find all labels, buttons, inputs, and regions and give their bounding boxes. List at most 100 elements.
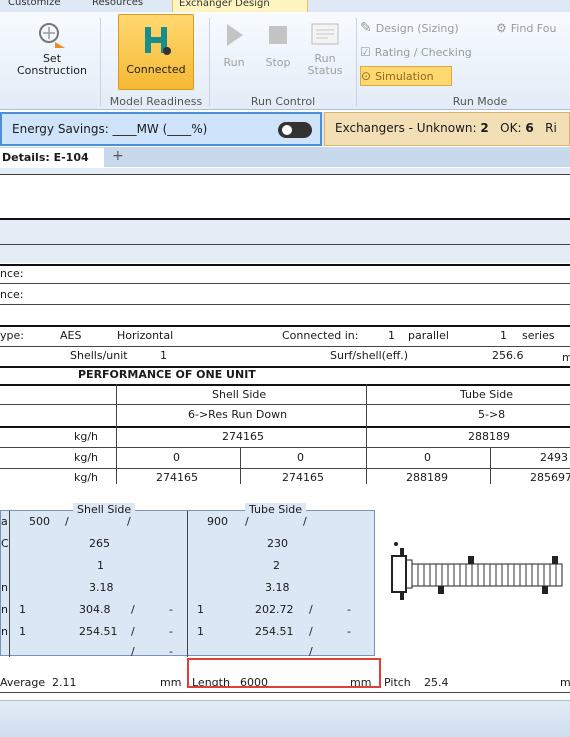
set-construction-button[interactable]: Set Construction — [10, 14, 94, 77]
shell-conn-count: 1 — [19, 603, 26, 616]
average-unit: mm — [160, 676, 182, 689]
exchanger-drawing — [391, 542, 563, 600]
tab-details-label: Details: E-104 — [2, 151, 89, 164]
nce-label-2: nce: — [0, 288, 24, 301]
tube-misc-sep: / — [309, 645, 313, 658]
row-unit: n — [1, 603, 8, 616]
spec-sheet: nce: nce: ype: AES Horizontal Connected … — [0, 168, 570, 484]
ribbon-tab-strip: Customize Resources Exchanger Design — [0, 0, 570, 12]
tube-temperature: 230 — [267, 537, 288, 550]
rule — [0, 325, 570, 327]
model-readiness-label: Model Readiness — [109, 95, 203, 108]
band — [0, 245, 570, 263]
run-status-icon — [311, 23, 339, 45]
exchangers-unknown-label: Exchangers - Unknown: — [335, 121, 477, 135]
shell-sep-2: / — [127, 515, 131, 528]
run-control-label: Run Control — [250, 95, 316, 108]
unit-kgh-3: kg/h — [74, 471, 99, 484]
rule — [0, 426, 570, 428]
shell-vapor-in: 0 — [173, 451, 180, 464]
shells-unit-label: Shells/unit — [70, 349, 128, 362]
tube-total-flow: 288189 — [468, 430, 510, 443]
run-status-button[interactable]: Run Status — [302, 14, 348, 77]
pitch-label: Pitch — [384, 676, 411, 689]
simulation-option[interactable]: ⊙ Simulation — [360, 66, 452, 86]
tube-corrosion: 3.18 — [265, 581, 290, 594]
energy-savings-panel: Energy Savings: ____MW (____%) — [0, 112, 322, 146]
rule — [0, 346, 570, 347]
rating-checking-label: Rating / Checking — [374, 45, 472, 59]
rule — [0, 468, 570, 469]
exchangers-summary: Exchangers - Unknown: 2 OK: 6 Ri — [324, 112, 570, 146]
simulation-icon: ⊙ — [361, 69, 372, 83]
document-tab-bar: Details: E-104 × + — [0, 147, 570, 177]
design-sizing-label: Design (Sizing) — [375, 21, 459, 35]
run-mode-label: Run Mode — [452, 95, 508, 108]
stop-button[interactable]: Stop — [258, 14, 298, 69]
simulation-label: Simulation — [375, 69, 434, 83]
find-fouled-option[interactable]: ⚙ Find Fou — [496, 18, 570, 38]
surf-shell-value: 256.6 — [492, 349, 524, 362]
connected-in-label: Connected in: — [282, 329, 359, 342]
tube-sep-2: / — [303, 515, 307, 528]
shell-temperature: 265 — [89, 537, 110, 550]
run-button[interactable]: Run — [216, 14, 252, 69]
energy-savings-text: Energy Savings: ____MW (____%) — [12, 122, 208, 136]
new-tab-button[interactable]: + — [112, 148, 124, 164]
tube-side-header-lower: Tube Side — [245, 503, 307, 516]
row-unit: a — [1, 515, 8, 528]
shell-side-header: Shell Side — [212, 388, 267, 401]
shell-side-header-lower: Shell Side — [73, 503, 136, 516]
stop-label: Stop — [265, 56, 291, 69]
unknown-count: 2 — [480, 121, 489, 135]
rule — [490, 447, 491, 484]
ok-label: OK: — [500, 121, 522, 135]
rule — [0, 283, 570, 284]
tube-out-count: 1 — [197, 625, 204, 638]
tube-out-dash: - — [347, 625, 351, 638]
separator — [209, 18, 210, 106]
separator — [100, 18, 101, 106]
energy-savings-toggle[interactable] — [278, 122, 312, 138]
average-value: 2.11 — [52, 676, 77, 689]
tab-customize[interactable]: Customize — [2, 0, 67, 12]
shell-conn-sep: / — [131, 603, 135, 616]
shell-stream: 6->Res Run Down — [188, 408, 288, 421]
checkbox-icon: ☑ — [360, 45, 371, 59]
tab-details-e104[interactable]: Details: E-104 × — [0, 148, 104, 177]
shell-misc-sep: / — [131, 645, 135, 658]
connected-button[interactable]: Connected — [118, 14, 194, 90]
play-icon — [227, 24, 243, 46]
shell-conn-size: 304.8 — [79, 603, 111, 616]
rule — [9, 511, 10, 657]
connected-icon — [145, 27, 171, 55]
construction-icon — [39, 23, 65, 48]
bottom-bar — [0, 700, 570, 737]
tab-exchanger-design[interactable]: Exchanger Design — [172, 0, 308, 12]
rule — [187, 511, 188, 657]
tab-resources[interactable]: Resources — [86, 0, 149, 12]
shell-sep-1: / — [65, 515, 69, 528]
shell-liquid-out: 274165 — [282, 471, 324, 484]
surf-shell-label: Surf/shell(eff.) — [330, 349, 409, 362]
tube-conn-sep: / — [309, 603, 313, 616]
construction-section: Shell Side Tube Side a 500 / / 900 / / C… — [0, 484, 570, 700]
separator — [356, 18, 357, 106]
tube-conn-count: 1 — [197, 603, 204, 616]
unit-kgh-2: kg/h — [74, 451, 99, 464]
tube-side-header: Tube Side — [460, 388, 514, 401]
stop-icon — [269, 26, 287, 44]
connected-label: Connected — [126, 63, 186, 76]
shell-out-sep: / — [131, 625, 135, 638]
tube-sep-1: / — [245, 515, 249, 528]
row-unit: n — [1, 625, 8, 638]
find-icon: ⚙ — [496, 21, 507, 35]
rule — [0, 174, 570, 175]
band — [0, 220, 570, 244]
shell-out-dash: - — [169, 625, 173, 638]
rule — [0, 264, 570, 266]
shell-passes: 1 — [97, 559, 104, 572]
rating-checking-option[interactable]: ☑ Rating / Checking — [360, 42, 510, 62]
design-sizing-option[interactable]: ✎ Design (Sizing) — [360, 18, 510, 38]
surf-unit: m — [562, 351, 570, 364]
